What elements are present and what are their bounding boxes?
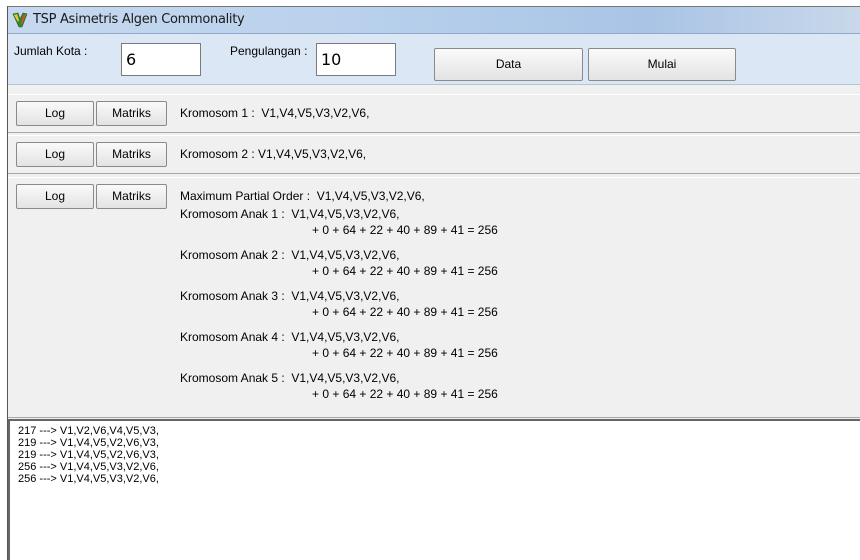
data-button[interactable]: Data (434, 48, 583, 81)
kromosom-2-panel: Log Matriks Kromosom 2 : V1,V4,V5,V3,V2,… (8, 135, 860, 174)
kromosom-anak-1-label: Kromosom Anak 1 : V1,V4,V5,V3,V2,V6, (180, 207, 400, 221)
log-line: 219 ---> V1,V4,V5,V2,V6,V3, (18, 437, 159, 449)
matriks-button-3[interactable]: Matriks (96, 184, 167, 209)
kromosom-anak-4-label: Kromosom Anak 4 : V1,V4,V5,V3,V2,V6, (180, 330, 400, 344)
log-textarea[interactable]: 217 ---> V1,V2,V6,V4,V5,V3, 219 ---> V1,… (8, 419, 860, 560)
window-title: TSP Asimetris Algen Commonality (33, 12, 245, 27)
log-line: 256 ---> V1,V4,V5,V3,V2,V6, (18, 473, 159, 485)
kromosom-anak-5-label: Kromosom Anak 5 : V1,V4,V5,V3,V2,V6, (180, 371, 400, 385)
kromosom-1-panel: Log Matriks Kromosom 1 : V1,V4,V5,V3,V2,… (8, 94, 860, 133)
kromosom-anak-2-label: Kromosom Anak 2 : V1,V4,V5,V3,V2,V6, (180, 248, 400, 262)
log-line: 256 ---> V1,V4,V5,V3,V2,V6, (18, 461, 159, 473)
kromosom-anak-3-label: Kromosom Anak 3 : V1,V4,V5,V3,V2,V6, (180, 289, 400, 303)
control-bar: Jumlah Kota : 6 Pengulangan : 10 Data Mu… (8, 34, 860, 85)
pengulangan-input[interactable]: 10 (316, 43, 396, 76)
matriks-button-1[interactable]: Matriks (96, 101, 167, 126)
kromosom-anak-5-calc: + 0 + 64 + 22 + 40 + 89 + 41 = 256 (312, 387, 498, 401)
log-button-2[interactable]: Log (16, 142, 94, 167)
jumlah-kota-label: Jumlah Kota : (14, 44, 88, 58)
kromosom-1-text: Kromosom 1 : V1,V4,V5,V3,V2,V6, (180, 106, 370, 120)
kromosom-anak-1-calc: + 0 + 64 + 22 + 40 + 89 + 41 = 256 (312, 223, 498, 237)
kromosom-anak-2-calc: + 0 + 64 + 22 + 40 + 89 + 41 = 256 (312, 264, 498, 278)
log-button-1[interactable]: Log (16, 101, 94, 126)
maximum-partial-order-text: Maximum Partial Order : V1,V4,V5,V3,V2,V… (180, 189, 425, 203)
jumlah-kota-input[interactable]: 6 (121, 43, 201, 76)
log-button-3[interactable]: Log (16, 184, 94, 209)
result-panel: Log Matriks Maximum Partial Order : V1,V… (8, 177, 860, 418)
title-bar[interactable]: TSP Asimetris Algen Commonality (8, 7, 860, 34)
app-window: TSP Asimetris Algen Commonality Jumlah K… (7, 6, 860, 560)
matriks-button-2[interactable]: Matriks (96, 142, 167, 167)
kromosom-anak-4-calc: + 0 + 64 + 22 + 40 + 89 + 41 = 256 (312, 346, 498, 360)
pengulangan-label: Pengulangan : (230, 44, 308, 58)
mulai-button[interactable]: Mulai (588, 48, 736, 81)
log-line: 219 ---> V1,V4,V5,V2,V6,V3, (18, 449, 159, 461)
log-line: 217 ---> V1,V2,V6,V4,V5,V3, (18, 425, 159, 437)
kromosom-anak-3-calc: + 0 + 64 + 22 + 40 + 89 + 41 = 256 (312, 305, 498, 319)
kromosom-2-text: Kromosom 2 : V1,V4,V5,V3,V2,V6, (180, 147, 367, 161)
app-icon (12, 12, 28, 28)
